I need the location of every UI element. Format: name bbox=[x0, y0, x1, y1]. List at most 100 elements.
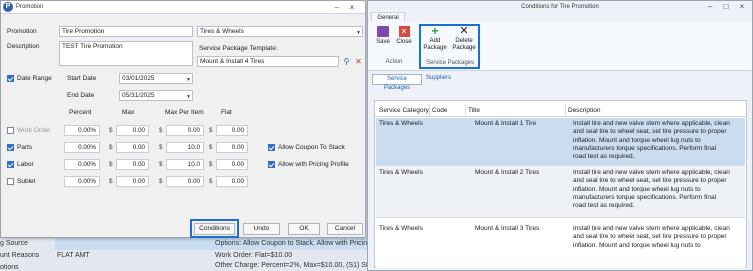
close-button[interactable]: ✕ Close bbox=[394, 26, 414, 46]
dollar-sign: $ bbox=[159, 127, 163, 134]
delete-icon: ✕ bbox=[459, 25, 469, 37]
save-label: Save bbox=[376, 39, 390, 45]
bg-nav-item[interactable]: otions bbox=[0, 264, 19, 271]
allow-pricing-checkbox[interactable] bbox=[268, 161, 275, 168]
labor-label: Labor bbox=[17, 161, 34, 168]
dollar-sign: $ bbox=[109, 178, 113, 185]
header-service-category[interactable]: Service Category bbox=[379, 107, 429, 114]
end-date-picker[interactable]: 05/31/2025 ▼ bbox=[119, 90, 193, 101]
labor-checkbox[interactable] bbox=[7, 161, 14, 168]
labor-max[interactable]: 0.00 bbox=[116, 159, 149, 170]
conditions-button[interactable]: Conditions bbox=[194, 223, 235, 235]
add-icon: + bbox=[431, 24, 439, 38]
work-order-checkbox[interactable] bbox=[7, 127, 14, 134]
table-row[interactable]: Tires & Wheels Mount & Install 3 Tires I… bbox=[376, 218, 745, 268]
conditions-titlebar: Conditions for Tire Promotion – □ × bbox=[368, 1, 752, 12]
allow-coupon-label: Allow Coupon To Stack bbox=[278, 144, 345, 151]
col-max-header: Max bbox=[122, 109, 135, 116]
add-package-button[interactable]: + Add Package bbox=[422, 24, 448, 52]
subtab-suppliers[interactable]: Suppliers bbox=[426, 75, 451, 81]
parts-max-item[interactable]: 10.0 bbox=[166, 142, 204, 153]
undo-button[interactable]: Undo bbox=[243, 223, 280, 235]
parts-checkbox[interactable] bbox=[7, 144, 14, 151]
clear-icon[interactable]: ✕ bbox=[353, 56, 364, 67]
dollar-sign: $ bbox=[209, 178, 213, 185]
parts-label: Parts bbox=[17, 144, 33, 151]
category-select[interactable]: Tires & Wheels ▼ bbox=[197, 26, 363, 37]
close-icon[interactable]: × bbox=[346, 2, 358, 13]
table-row[interactable]: Tires & Wheels Mount & Install 2 Tires I… bbox=[376, 166, 745, 218]
bg-nav-item[interactable]: g Source bbox=[0, 240, 28, 247]
calendar-dropdown-icon: ▼ bbox=[186, 94, 191, 100]
header-title[interactable]: Title bbox=[468, 107, 480, 114]
search-icon[interactable]: ⚲ bbox=[341, 56, 352, 67]
promotion-titlebar: P Promotion – × bbox=[1, 1, 365, 14]
minimize-icon[interactable]: – bbox=[704, 1, 716, 12]
date-range-checkbox[interactable] bbox=[7, 75, 14, 82]
work-order-percent[interactable]: 0.00% bbox=[64, 125, 100, 136]
minimize-icon[interactable]: – bbox=[331, 2, 343, 13]
maximize-icon[interactable]: □ bbox=[720, 1, 732, 12]
table-row[interactable]: Tires & Wheels Mount & Install 1 Tire In… bbox=[376, 118, 745, 166]
save-icon bbox=[377, 26, 389, 37]
work-order-max[interactable]: 0.00 bbox=[116, 125, 149, 136]
date-range-label: Date Range bbox=[17, 75, 52, 82]
cell-title: Mount & Install 3 Tires bbox=[475, 225, 540, 232]
delete-package-button[interactable]: ✕ Delete Package bbox=[450, 26, 478, 52]
cell-description: Install tire and new valve stem where ap… bbox=[573, 120, 730, 161]
promotion-dialog: P Promotion – × Promotion Tire Promotion… bbox=[0, 0, 366, 238]
header-description[interactable]: Description bbox=[568, 107, 601, 114]
subtab-service-packages[interactable]: Service Packages bbox=[372, 74, 422, 91]
cell-title: Mount & Install 1 Tire bbox=[475, 120, 537, 127]
cancel-button[interactable]: Cancel bbox=[327, 223, 363, 235]
start-date-picker[interactable]: 03/01/2025 ▼ bbox=[119, 73, 193, 84]
save-button[interactable]: Save bbox=[374, 26, 392, 46]
promotion-label: Promotion bbox=[7, 28, 37, 35]
sp-template-label: Service Package Template: bbox=[199, 45, 278, 52]
dollar-sign: $ bbox=[159, 178, 163, 185]
labor-percent[interactable]: 0.00% bbox=[64, 159, 100, 170]
chevron-down-icon: ▼ bbox=[356, 30, 361, 36]
dollar-sign: $ bbox=[159, 144, 163, 151]
cell-category: Tires & Wheels bbox=[379, 120, 423, 127]
sublet-max-item[interactable]: 0.00 bbox=[166, 176, 204, 187]
parts-max[interactable]: 0.00 bbox=[116, 142, 149, 153]
description-textarea[interactable]: TEST Tire Promotion bbox=[59, 41, 193, 66]
promotion-name-input[interactable]: Tire Promotion bbox=[59, 26, 193, 37]
work-order-max-item[interactable]: 0.00 bbox=[166, 125, 204, 136]
sublet-percent[interactable]: 0.00% bbox=[64, 176, 100, 187]
category-select-value: Tires & Wheels bbox=[200, 28, 244, 35]
end-date-value: 05/31/2025 bbox=[122, 92, 155, 99]
sublet-label: Sublet bbox=[17, 178, 36, 185]
labor-flat[interactable]: 0.00 bbox=[216, 159, 248, 170]
add-package-label-2: Package bbox=[423, 45, 447, 51]
work-order-label: Work Order bbox=[17, 127, 51, 134]
ok-button[interactable]: OK bbox=[288, 223, 320, 235]
delete-package-label-1: Delete bbox=[455, 38, 473, 44]
end-date-label: End Date bbox=[67, 92, 95, 99]
service-packages-group-label: Service Packages bbox=[425, 60, 475, 66]
sublet-flat[interactable]: 0.00 bbox=[216, 176, 248, 187]
start-date-label: Start Date bbox=[67, 75, 97, 82]
sublet-checkbox[interactable] bbox=[7, 178, 14, 185]
conditions-window-title: Conditions for Tire Promotion bbox=[521, 4, 599, 10]
close-icon[interactable]: × bbox=[736, 1, 748, 12]
sp-template-input[interactable]: Mount & Install 4 Tires bbox=[197, 56, 339, 67]
cell-category: Tires & Wheels bbox=[379, 169, 423, 176]
parts-flat[interactable]: 0.00 bbox=[216, 142, 248, 153]
delete-package-label-2: Package bbox=[452, 45, 476, 51]
allow-coupon-checkbox[interactable] bbox=[268, 144, 275, 151]
bg-nav-item[interactable]: unt Reasons bbox=[0, 252, 39, 259]
parts-percent[interactable]: 0.00% bbox=[64, 142, 100, 153]
action-group-label: Action bbox=[385, 59, 403, 65]
sublet-max[interactable]: 0.00 bbox=[116, 176, 149, 187]
conditions-window: Conditions for Tire Promotion – □ × Gene… bbox=[367, 0, 753, 271]
dollar-sign: $ bbox=[209, 144, 213, 151]
work-order-flat[interactable]: 0.00 bbox=[216, 125, 248, 136]
header-code[interactable]: Code bbox=[432, 107, 448, 114]
dollar-sign: $ bbox=[109, 161, 113, 168]
col-percent-header: Percent bbox=[69, 109, 92, 116]
cell-title: Mount & Install 2 Tires bbox=[475, 169, 540, 176]
labor-max-item[interactable]: 10.0 bbox=[166, 159, 204, 170]
cell-description: Install tire and new valve stem where ap… bbox=[573, 225, 730, 249]
